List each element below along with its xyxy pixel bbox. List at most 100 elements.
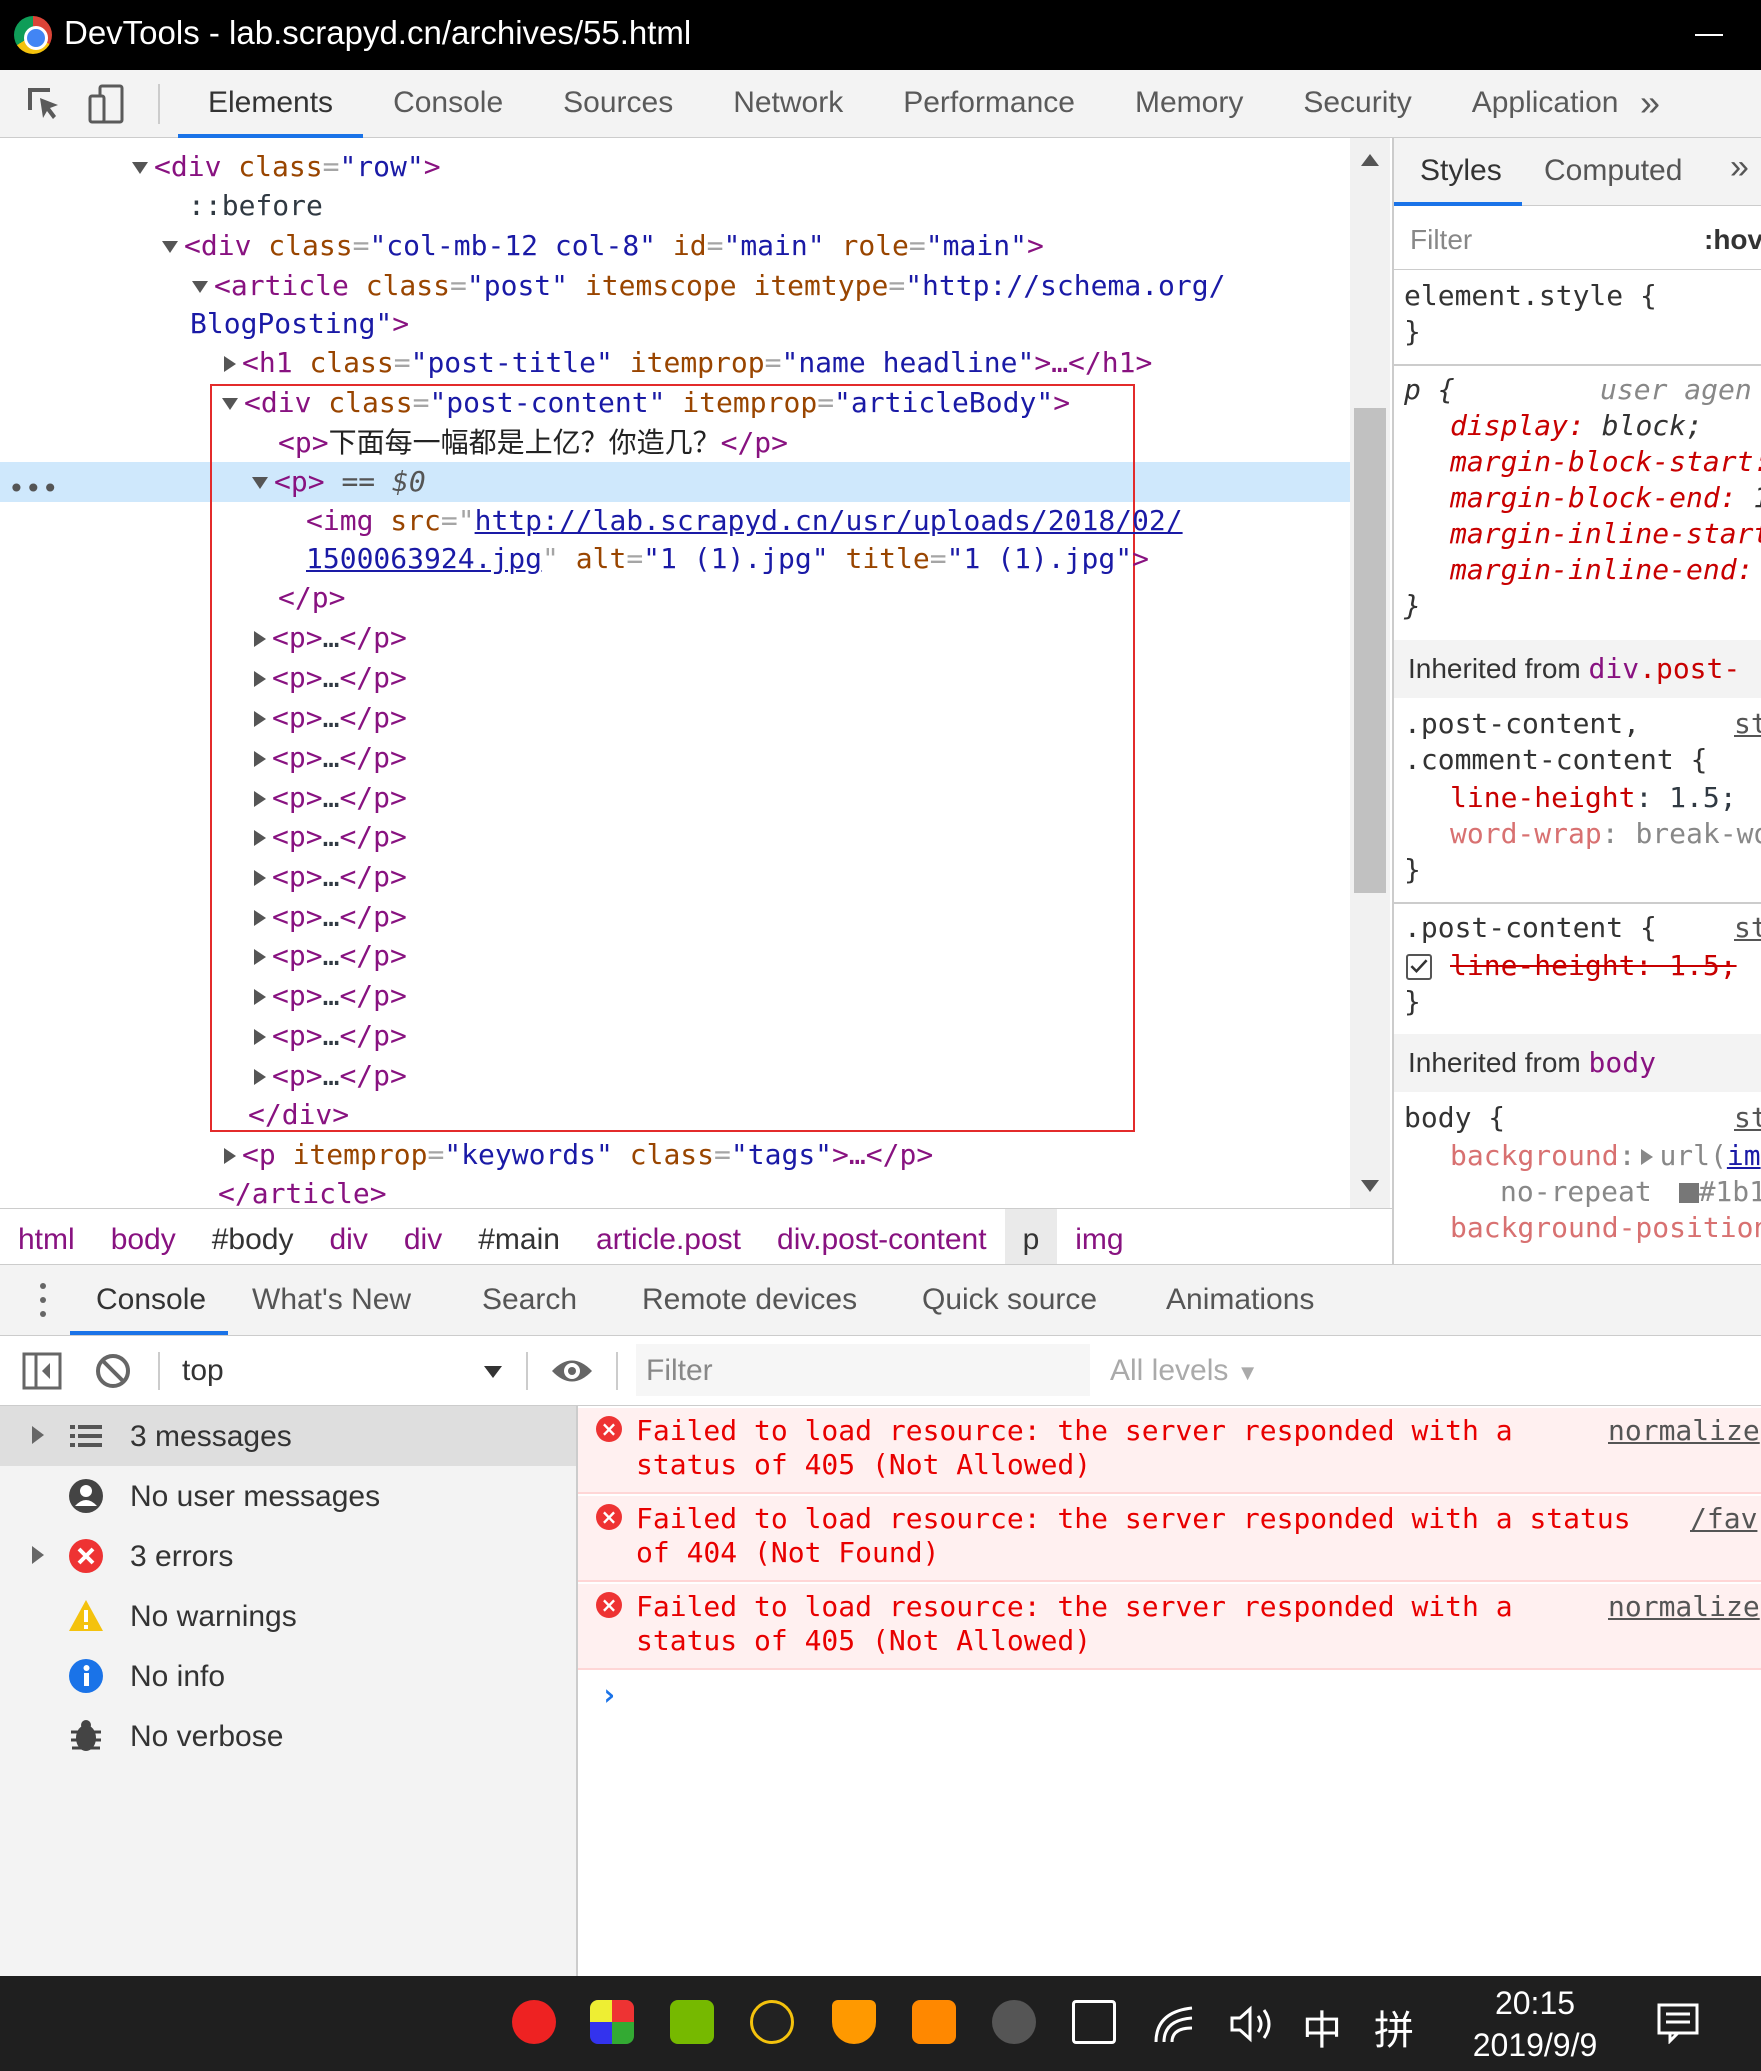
tree-node-article[interactable]: <article class="post" itemscope itemtype… [192,267,1225,305]
breadcrumb-item[interactable]: img [1057,1209,1141,1265]
tab-network[interactable]: Network [703,70,873,138]
tree-node-p-collapsed[interactable]: <p>…</p> [254,739,407,777]
inspect-element-icon[interactable] [22,82,66,126]
sidebar-item-messages[interactable]: 3 messages [0,1406,576,1466]
sidebar-item-info[interactable]: No info [0,1646,576,1706]
tab-application[interactable]: Application [1442,70,1649,138]
netease-music-icon[interactable] [512,2000,556,2044]
system-clock[interactable]: 20:15 2019/9/9 [1462,1982,1608,2066]
hover-state-toggle[interactable]: :hov [1704,224,1761,256]
drawer-tab-console[interactable]: Console [96,1283,206,1317]
console-prompt[interactable]: › [600,1678,618,1713]
tree-node-p-collapsed[interactable]: <p>…</p> [254,659,407,697]
tree-node-keywords[interactable]: <p itemprop="keywords" class="tags">…</p… [224,1136,933,1174]
tree-node-p-collapsed[interactable]: <p>…</p> [254,898,407,936]
tree-node-main-div[interactable]: <div class="col-mb-12 col-8" id="main" r… [162,227,1044,265]
img-src-link[interactable]: http://lab.scrapyd.cn/usr/uploads/2018/0… [475,504,1183,537]
tree-node-row-div[interactable]: <div class="row"> [132,148,441,186]
tab-computed[interactable]: Computed [1544,154,1682,188]
tree-node-img[interactable]: <img src="http://lab.scrapyd.cn/usr/uplo… [306,502,1183,540]
img-src-link-cont[interactable]: 1500063924.jpg [306,542,542,575]
message-source-link[interactable]: /fav [1690,1502,1757,1535]
tree-node-p-selected[interactable]: <p> == $0 [252,463,426,501]
tree-node-p-collapsed[interactable]: <p>…</p> [254,818,407,856]
tab-styles[interactable]: Styles [1420,154,1502,188]
node-actions-icon[interactable]: ••• [8,472,59,505]
drawer-tab-remote-devices[interactable]: Remote devices [642,1283,857,1317]
tab-security[interactable]: Security [1273,70,1441,138]
breadcrumb-item[interactable]: div.post-content [759,1209,1005,1265]
expand-arrow-icon[interactable] [162,241,178,253]
expand-arrow-icon[interactable] [222,398,238,410]
drawer-tab-whats-new[interactable]: What's New [252,1283,411,1317]
stylesheet-link[interactable]: st [1734,910,1761,946]
clear-console-icon[interactable] [94,1352,132,1390]
tree-node-p-collapsed[interactable]: <p>…</p> [254,1017,407,1055]
breadcrumb-item[interactable]: article.post [578,1209,759,1265]
tree-node-p-collapsed[interactable]: <p>…</p> [254,858,407,896]
scroll-up-icon[interactable] [1361,154,1379,166]
expand-arrow-icon[interactable] [32,1546,44,1564]
eye-icon[interactable] [550,1356,594,1386]
drawer-tab-animations[interactable]: Animations [1166,1283,1314,1317]
sidebar-item-user-messages[interactable]: No user messages [0,1466,576,1526]
message-source-link[interactable]: normalize [1608,1590,1760,1623]
sidebar-item-errors[interactable]: 3 errors [0,1526,576,1586]
wifi-icon[interactable] [1152,2004,1196,2044]
breadcrumb-item[interactable]: #main [460,1209,578,1265]
breadcrumb-item[interactable]: #body [194,1209,312,1265]
drawer-menu-icon[interactable] [40,1283,46,1319]
tree-node-before[interactable]: ::before [188,187,323,225]
scrollbar-thumb[interactable] [1354,408,1386,893]
tab-console[interactable]: Console [363,70,533,138]
app-icon[interactable] [590,2000,634,2044]
tab-performance[interactable]: Performance [873,70,1105,138]
tab-memory[interactable]: Memory [1105,70,1273,138]
expand-arrow-icon[interactable] [1641,1149,1654,1165]
speaker-app-icon[interactable] [992,2000,1036,2044]
styles-filter-input[interactable]: Filter [1402,216,1672,262]
message-source-link[interactable]: normalize [1608,1414,1760,1447]
more-tabs-button[interactable]: » [1640,82,1660,124]
console-error-message[interactable]: × Failed to load resource: the server re… [578,1584,1761,1670]
breadcrumb-item[interactable]: body [93,1209,194,1265]
security-shield-icon[interactable] [832,2000,876,2044]
tree-node-p-collapsed[interactable]: <p>…</p> [254,699,407,737]
log-levels-dropdown[interactable]: All levels ▼ [1110,1354,1259,1388]
more-tabs-button[interactable]: » [1730,148,1749,187]
window-app-icon[interactable] [912,2000,956,2044]
expand-arrow-icon[interactable] [252,477,268,489]
tab-elements[interactable]: Elements [178,70,364,138]
property-checkbox[interactable] [1406,954,1432,980]
ime-language-toggle[interactable]: 中 [1302,1998,1342,2056]
breadcrumb-item[interactable]: div [386,1209,460,1265]
nvidia-icon[interactable] [670,2000,714,2044]
stylesheet-link[interactable]: st [1734,1100,1761,1136]
stylesheet-link[interactable]: st [1734,706,1761,742]
tree-node-p-collapsed[interactable]: <p>…</p> [254,977,407,1015]
battery-icon[interactable] [1072,2000,1116,2044]
expand-arrow-icon[interactable] [224,356,236,372]
breadcrumb-item[interactable]: div [312,1209,386,1265]
chevron-down-icon[interactable] [484,1366,502,1378]
console-error-message[interactable]: × Failed to load resource: the server re… [578,1408,1761,1494]
console-error-message[interactable]: × Failed to load resource: the server re… [578,1496,1761,1582]
drawer-tab-search[interactable]: Search [482,1283,577,1317]
breadcrumb-item[interactable]: html [0,1209,93,1265]
tab-sources[interactable]: Sources [533,70,703,138]
context-selector[interactable]: top [182,1354,224,1388]
scroll-down-icon[interactable] [1361,1180,1379,1192]
tree-node-p-collapsed[interactable]: <p>…</p> [254,779,407,817]
drawer-tab-quick-source[interactable]: Quick source [922,1283,1097,1317]
sidebar-item-warnings[interactable]: No warnings [0,1586,576,1646]
tree-node-post-content[interactable]: <div class="post-content" itemprop="arti… [222,384,1070,422]
tree-node-p-collapsed[interactable]: <p>…</p> [254,619,407,657]
notifications-icon[interactable] [1656,2000,1700,2044]
device-toolbar-icon[interactable] [86,82,130,126]
elements-scrollbar[interactable] [1350,138,1390,1208]
color-swatch[interactable] [1678,1183,1699,1203]
breadcrumb-item-selected[interactable]: p [1004,1209,1058,1265]
tree-node-h1[interactable]: <h1 class="post-title" itemprop="name he… [224,344,1152,382]
tree-node-p-collapsed[interactable]: <p>…</p> [254,937,407,975]
tree-node-p-collapsed[interactable]: <p>…</p> [254,1057,407,1095]
